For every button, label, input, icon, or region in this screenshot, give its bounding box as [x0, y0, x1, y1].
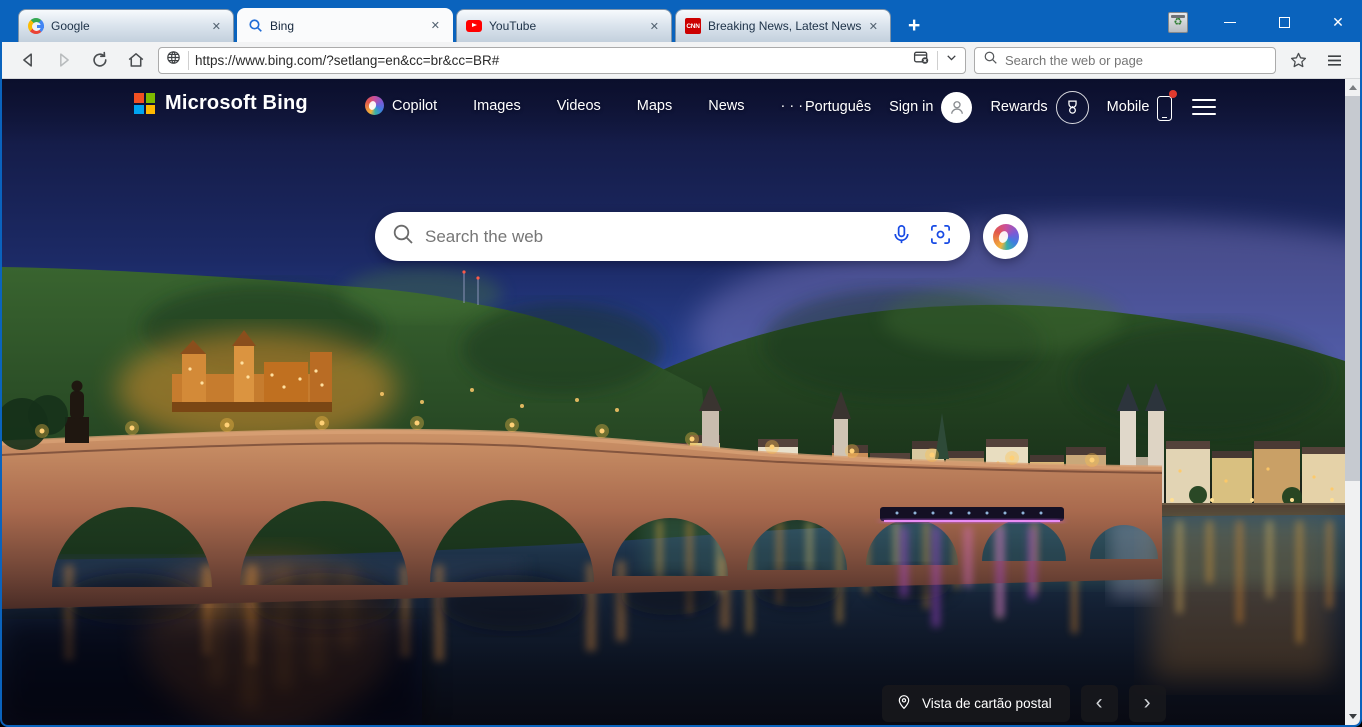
bing-menu-icon[interactable] — [1192, 99, 1216, 115]
reload-button[interactable] — [86, 46, 114, 74]
recycle-bin-icon[interactable]: ♻ — [1168, 12, 1188, 33]
browser-menu-icon[interactable] — [1320, 46, 1348, 74]
toolbar-search[interactable] — [974, 47, 1276, 74]
image-info-button[interactable]: Vista de cartão postal — [882, 685, 1070, 722]
tab-google[interactable]: Google ✕ — [18, 9, 234, 42]
copilot-icon — [365, 96, 384, 115]
previous-image-button[interactable]: ‹ — [1081, 685, 1118, 722]
close-tab-icon[interactable]: ✕ — [865, 18, 882, 35]
page-scrollbar[interactable] — [1345, 79, 1360, 725]
tab-title: Breaking News, Latest News and Vi — [708, 19, 865, 33]
tab-cnn[interactable]: CNN Breaking News, Latest News and Vi ✕ — [675, 9, 891, 42]
url-dropdown-chevron-icon[interactable] — [944, 50, 959, 70]
address-bar[interactable] — [158, 47, 966, 74]
bing-search-bar[interactable] — [375, 212, 970, 261]
microsoft-logo-icon — [134, 93, 155, 114]
close-tab-icon[interactable]: ✕ — [208, 18, 225, 35]
sign-in-button[interactable]: Sign in — [889, 92, 972, 123]
tab-title: YouTube — [489, 19, 646, 33]
new-tab-button[interactable]: + — [894, 14, 934, 42]
search-icon — [391, 222, 415, 251]
scroll-down-icon[interactable] — [1345, 708, 1360, 725]
google-favicon-icon — [28, 18, 44, 34]
rewards-button[interactable]: Rewards — [990, 91, 1088, 124]
nav-videos[interactable]: Videos — [557, 98, 601, 114]
bing-favicon-icon — [247, 18, 263, 34]
bing-logo[interactable]: Microsoft Bing — [134, 92, 308, 115]
nav-copilot[interactable]: Copilot — [365, 96, 437, 115]
copilot-icon — [993, 224, 1019, 250]
mobile-phone-icon — [1157, 94, 1174, 121]
visual-search-icon[interactable] — [929, 223, 952, 251]
tab-strip: Google ✕ Bing ✕ YouTube ✕ CNN Breaking N — [2, 8, 934, 42]
nav-images[interactable]: Images — [473, 98, 521, 114]
bing-header: Microsoft Bing Copilot Images Videos Map… — [2, 79, 1345, 135]
minimize-button[interactable] — [1218, 10, 1242, 34]
maximize-button[interactable] — [1272, 10, 1296, 34]
bing-homepage: Microsoft Bing Copilot Images Videos Map… — [2, 79, 1360, 725]
image-caption: Vista de cartão postal — [922, 696, 1052, 711]
next-image-button[interactable]: › — [1129, 685, 1166, 722]
brand-text: Microsoft Bing — [165, 92, 308, 115]
tab-title: Google — [51, 19, 208, 33]
titlebar: Google ✕ Bing ✕ YouTube ✕ CNN Breaking N — [2, 2, 1360, 42]
close-window-button[interactable]: ✕ — [1326, 10, 1350, 34]
rewards-medal-icon — [1056, 91, 1089, 124]
cnn-favicon-icon: CNN — [685, 18, 701, 34]
toolbar-search-input[interactable] — [1005, 53, 1267, 68]
notification-dot — [1169, 90, 1177, 98]
forward-button[interactable] — [50, 46, 78, 74]
mobile-button[interactable]: Mobile — [1107, 94, 1175, 121]
bing-search-input[interactable] — [425, 227, 880, 247]
url-input[interactable] — [195, 53, 906, 68]
bing-background-image — [2, 79, 1345, 725]
nav-maps[interactable]: Maps — [637, 98, 672, 114]
nav-news[interactable]: News — [708, 98, 744, 114]
nav-more-icon[interactable]: · · · — [781, 98, 804, 114]
nav-language[interactable]: Português — [805, 99, 871, 115]
avatar[interactable] — [941, 92, 972, 123]
search-icon — [983, 50, 998, 70]
scrollbar-thumb[interactable] — [1345, 96, 1360, 481]
container-blocked-icon[interactable] — [912, 48, 931, 72]
back-button[interactable] — [14, 46, 42, 74]
bookmark-star-icon[interactable] — [1284, 46, 1312, 74]
home-button[interactable] — [122, 46, 150, 74]
location-pin-icon — [896, 694, 912, 713]
navigation-toolbar — [2, 42, 1360, 79]
browser-window: Google ✕ Bing ✕ YouTube ✕ CNN Breaking N — [0, 0, 1362, 727]
youtube-favicon-icon — [466, 20, 482, 32]
tab-youtube[interactable]: YouTube ✕ — [456, 9, 672, 42]
voice-search-icon[interactable] — [890, 223, 913, 251]
copilot-button[interactable] — [983, 214, 1028, 259]
close-tab-icon[interactable]: ✕ — [646, 18, 663, 35]
scroll-up-icon[interactable] — [1345, 79, 1360, 96]
tab-title: Bing — [270, 19, 427, 33]
tab-bing[interactable]: Bing ✕ — [237, 8, 453, 42]
site-globe-icon[interactable] — [165, 49, 182, 71]
close-tab-icon[interactable]: ✕ — [427, 17, 444, 34]
